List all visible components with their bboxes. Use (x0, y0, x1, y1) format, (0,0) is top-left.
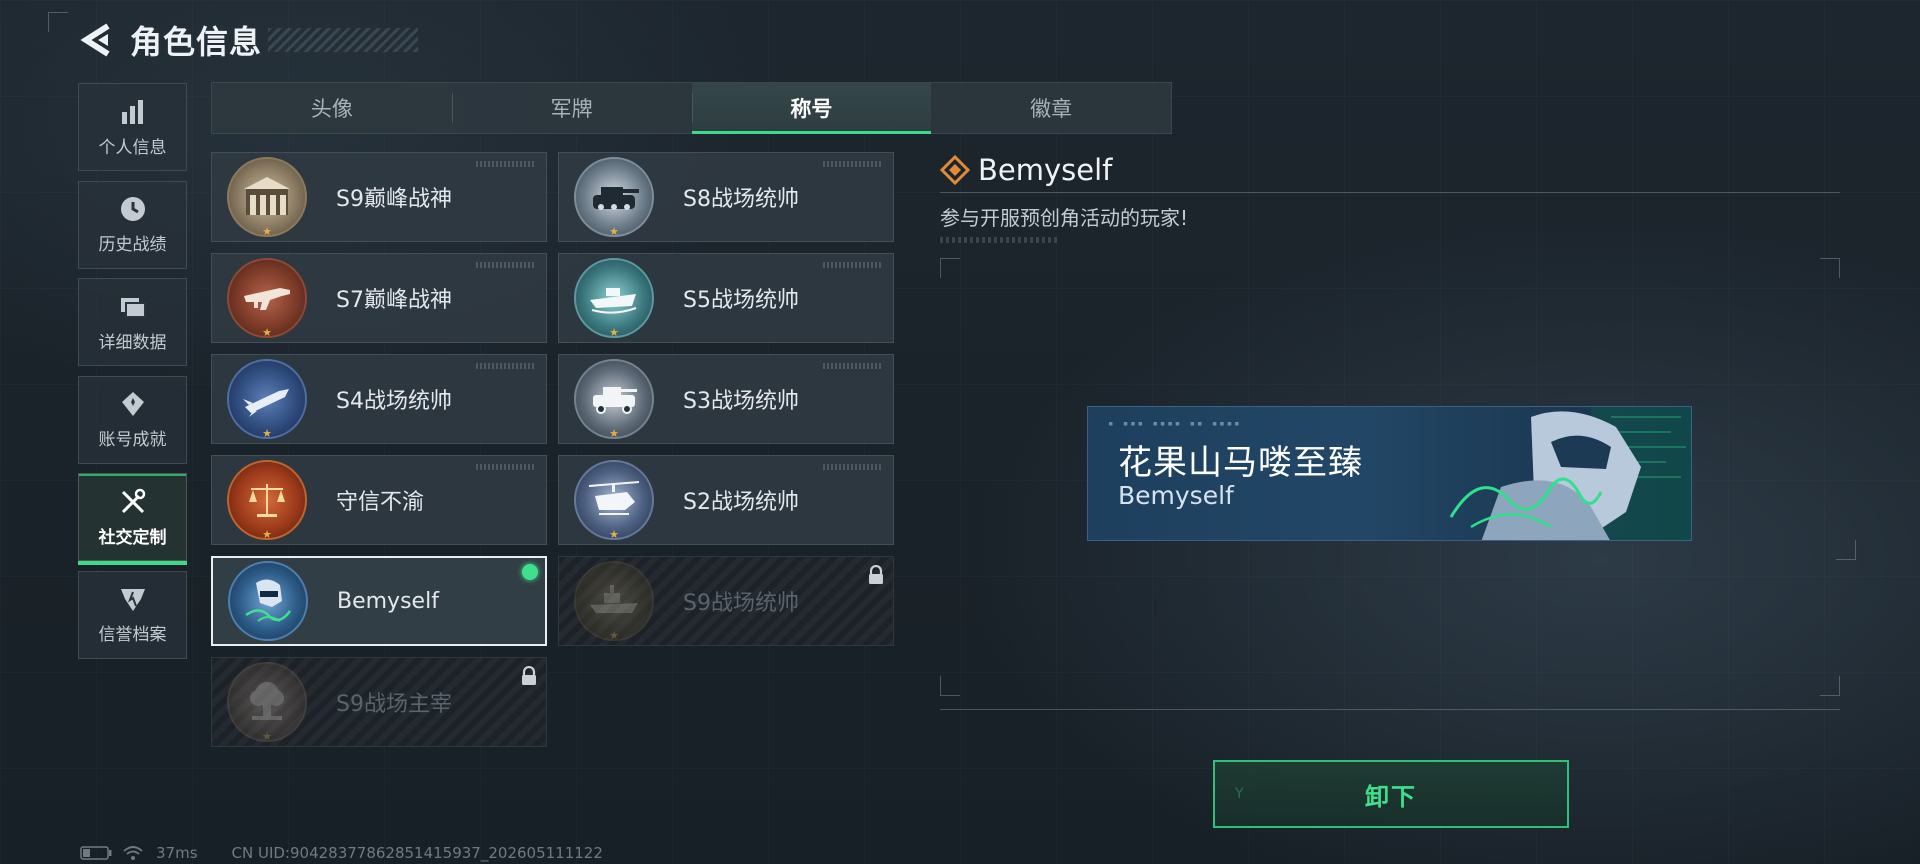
battery-icon (80, 846, 112, 860)
back-arrow-icon (80, 23, 110, 57)
title-card-locked[interactable]: ★ S9战场主宰 (211, 657, 547, 747)
title-card[interactable]: ★ S4战场统帅 (211, 354, 547, 444)
back-button[interactable] (78, 20, 114, 60)
divider (940, 709, 1840, 710)
banner-title: 花果山马喽至臻 (1118, 443, 1363, 483)
sidebar-item-details[interactable]: 详细数据 (78, 278, 187, 366)
tab-avatar[interactable]: 头像 (212, 83, 452, 133)
card-decoration (823, 161, 883, 167)
title-detail-panel: Bemyself 参与开服预创角活动的玩家! (940, 150, 1840, 243)
unequip-button[interactable]: Y 卸下 (1213, 760, 1569, 828)
title-name: Bemyself (337, 588, 439, 614)
title-card[interactable]: ★ S7巅峰战神 (211, 253, 547, 343)
sidebar-item-label: 历史战绩 (98, 235, 167, 255)
vehicle-emblem-icon: ★ (574, 359, 654, 440)
card-decoration (476, 464, 536, 470)
tab-bar: 头像 军牌 称号 徽章 (211, 82, 1172, 134)
title-name: S9战场主宰 (336, 692, 452, 717)
lock-icon (869, 565, 883, 584)
corner-decoration (1820, 258, 1840, 278)
title-card[interactable]: ★ S3战场统帅 (558, 354, 894, 444)
rifle-emblem-icon: ★ (227, 258, 307, 339)
unequip-button-label: 卸下 (1365, 782, 1417, 811)
title-card[interactable]: ★ 守信不渝 (211, 455, 547, 545)
title-name: S9战场统帅 (683, 591, 799, 616)
tab-badge[interactable]: 徽章 (931, 83, 1171, 133)
missile-emblem-icon: ★ (227, 359, 307, 440)
title-card-locked[interactable]: ★ S9战场统帅 (558, 556, 894, 646)
folder-icon (118, 292, 148, 322)
card-decoration (823, 464, 883, 470)
fortress-emblem-icon: ★ (227, 157, 307, 238)
sidebar-item-label: 社交定制 (98, 527, 167, 548)
card-decoration (476, 262, 536, 268)
corner-decoration (48, 12, 68, 32)
title-name: S4战场统帅 (336, 389, 452, 414)
shield-emblem-icon (118, 584, 148, 614)
sidebar-item-label: 详细数据 (98, 332, 167, 353)
sidebar-item-label: 信誉档案 (98, 625, 167, 645)
corner-decoration (940, 258, 960, 278)
title-name: S3战场统帅 (683, 389, 799, 414)
tools-icon (118, 487, 148, 517)
button-decoration: Y (1235, 786, 1244, 802)
title-card[interactable]: ★ S5战场统帅 (558, 253, 894, 343)
banner-subtitle: Bemyself (1118, 481, 1234, 510)
achievement-badge-icon (118, 389, 148, 419)
uid-readout: CN UID:90428377862851415937_202605111122 (231, 844, 603, 862)
sidebar-item-social-customization[interactable]: 社交定制 (78, 473, 187, 565)
lock-icon (522, 666, 536, 685)
title-banner-preview: ▪ ▪▪▪ ▪▪▪▪ ▪▪ ▪▪▪▪ 花果山马喽至臻 Bemyself (1087, 406, 1692, 541)
title-card[interactable]: ★ S8战场统帅 (558, 152, 894, 242)
diamond-icon (940, 155, 970, 185)
banner-decoration: ▪ ▪▪▪ ▪▪▪▪ ▪▪ ▪▪▪▪ (1108, 419, 1242, 429)
sidebar-item-history[interactable]: 历史战绩 (78, 180, 187, 269)
detail-description: 参与开服预创角活动的玩家! (940, 206, 1189, 230)
card-decoration (823, 363, 883, 369)
title-name: S8战场统帅 (683, 187, 799, 212)
title-card-equipped[interactable]: Bemyself (211, 556, 547, 646)
corner-decoration (1820, 676, 1840, 696)
soldier-signature-emblem-icon (228, 561, 308, 641)
description-decoration (940, 237, 1060, 243)
card-decoration (476, 161, 536, 167)
title-card[interactable]: ★ S2战场统帅 (558, 455, 894, 545)
card-decoration (476, 363, 536, 369)
wifi-icon (123, 846, 143, 860)
tab-title[interactable]: 称号 (691, 83, 932, 134)
soldier-artwork-icon (1449, 407, 1691, 540)
title-name: 守信不渝 (336, 490, 425, 515)
sidebar-item-achievements[interactable]: 账号成就 (78, 375, 187, 464)
detail-title: Bemyself (978, 153, 1113, 187)
helicopter-emblem-icon: ★ (574, 460, 654, 541)
title-name: S2战场统帅 (683, 490, 799, 515)
equipped-indicator (522, 564, 538, 580)
sidebar-item-label: 个人信息 (98, 137, 167, 158)
divider (940, 192, 1840, 193)
card-decoration (823, 262, 883, 268)
sidebar-item-label: 账号成就 (98, 430, 167, 450)
title-name: S5战场统帅 (683, 288, 799, 313)
title-name: S9巅峰战神 (336, 187, 452, 212)
title-card[interactable]: ★ S9巅峰战神 (211, 152, 547, 242)
boat-emblem-icon: ★ (574, 258, 654, 339)
title-name: S7巅峰战神 (336, 288, 452, 313)
title-decoration (268, 28, 419, 52)
page-title: 角色信息 (130, 23, 263, 61)
tab-dogtag[interactable]: 军牌 (451, 83, 692, 133)
status-bar: 37ms CN UID:90428377862851415937_2026051… (80, 844, 603, 862)
corner-decoration (940, 676, 960, 696)
sidebar-item-reputation[interactable]: 信誉档案 (78, 570, 187, 659)
sidebar-item-profile[interactable]: 个人信息 (78, 83, 187, 171)
clock-icon (118, 194, 148, 224)
ping-readout: 37ms (156, 844, 198, 862)
warship-emblem-icon: ★ (574, 561, 654, 642)
tank-emblem-icon: ★ (574, 157, 654, 238)
scales-emblem-icon: ★ (227, 460, 307, 541)
page-header: 角色信息 (78, 18, 419, 62)
sidebar: 个人信息 历史战绩 详细数据 账号成就 社交定制 信誉档案 (78, 83, 187, 668)
explosion-emblem-icon: ★ (227, 662, 307, 743)
bar-chart-icon (118, 97, 148, 127)
